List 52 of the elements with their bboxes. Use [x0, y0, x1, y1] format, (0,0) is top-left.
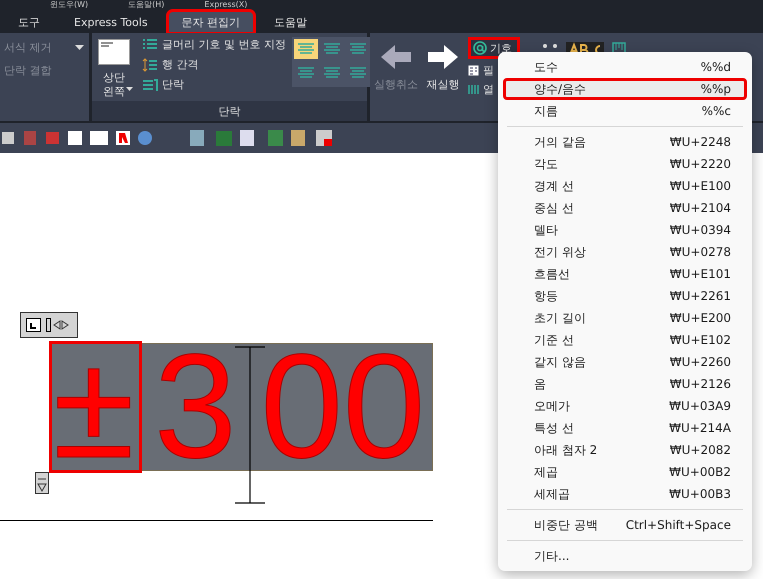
menu-option[interactable]: 특성 선 ₩U+214A	[503, 417, 747, 439]
menu-option[interactable]: 도수 %%d	[503, 56, 747, 78]
left-arrow-icon[interactable]	[379, 43, 413, 71]
columns-icon[interactable]	[468, 84, 479, 95]
menu-option[interactable]: 기타...	[503, 545, 747, 567]
menu-option[interactable]: 옴 ₩U+2126	[503, 373, 747, 395]
ribbon-tab[interactable]: 문자 편집기	[168, 11, 254, 33]
menu-option[interactable]: 기준 선 ₩U+E102	[503, 329, 747, 351]
ribbon-button[interactable]: 단락	[162, 77, 184, 92]
at-sign-icon	[473, 41, 487, 55]
menu-option[interactable]: 제곱 ₩U+00B2	[503, 461, 747, 483]
paragraph-icon[interactable]	[142, 78, 158, 92]
editor-text: 00	[260, 343, 426, 471]
menu-item[interactable]: 도움말(H)	[128, 0, 164, 9]
ribbon-tab[interactable]: Express Tools	[60, 11, 162, 33]
columns-button[interactable]: 열	[483, 82, 494, 97]
menu-option[interactable]: 세제곱 ₩U+00B3	[503, 483, 747, 505]
height-handle[interactable]	[35, 472, 49, 494]
redo-button[interactable]: 재실행	[426, 77, 460, 92]
menu-item[interactable]: 윈도우(W)	[50, 0, 88, 9]
justify-icon[interactable]	[98, 39, 130, 65]
menu-option[interactable]: 아래 첨자 2 ₩U+2082	[503, 439, 747, 461]
menu-option[interactable]: 중심 선 ₩U+2104	[503, 197, 747, 219]
menu-item[interactable]: Express(X)	[204, 0, 248, 9]
menu-option[interactable]: 초기 길이 ₩U+E200	[503, 307, 747, 329]
menu-option[interactable]: 각도 ₩U+2220	[503, 153, 747, 175]
menu-option[interactable]: 오메가 ₩U+03A9	[503, 395, 747, 417]
justify-button[interactable]: 상단 왼쪽	[103, 71, 125, 99]
menu-option[interactable]: 경계 선 ₩U+E100	[503, 175, 747, 197]
panel-title: 단락	[218, 104, 240, 118]
text-cursor-icon	[234, 346, 265, 504]
caret-icon[interactable]	[126, 87, 133, 91]
ribbon-button[interactable]: 글머리 기호 및 번호 지정	[162, 37, 286, 52]
menu-option[interactable]: 비중단 공백 Ctrl+Shift+Space	[503, 514, 747, 536]
menu-option[interactable]: 항등 ₩U+2261	[503, 285, 747, 307]
ribbon-tab[interactable]: 도구	[4, 11, 54, 33]
ribbon-button[interactable]: 행 간격	[162, 57, 198, 72]
field-button[interactable]: 필	[483, 63, 494, 78]
ribbon-tab[interactable]: 도움말	[260, 11, 322, 33]
editor-text: 3	[154, 343, 237, 471]
menu-option[interactable]: 전기 위상 ₩U+0278	[503, 241, 747, 263]
tab-ruler-handle[interactable]	[20, 312, 78, 338]
bullet-list-icon[interactable]	[142, 38, 158, 52]
menu-option[interactable]: 지름 %%c	[503, 100, 747, 122]
menu-option[interactable]: 델타 ₩U+0394	[503, 219, 747, 241]
menu-option[interactable]: 같지 않음 ₩U+2260	[503, 351, 747, 373]
line-spacing-icon[interactable]	[142, 58, 158, 72]
right-arrow-icon[interactable]	[426, 43, 460, 71]
field-icon[interactable]	[468, 65, 479, 76]
menu-option[interactable]: 양수/음수 %%p	[503, 78, 747, 100]
menu-option[interactable]: 흐름선 ₩U+E101	[503, 263, 747, 285]
editor-text: ±	[51, 343, 140, 471]
